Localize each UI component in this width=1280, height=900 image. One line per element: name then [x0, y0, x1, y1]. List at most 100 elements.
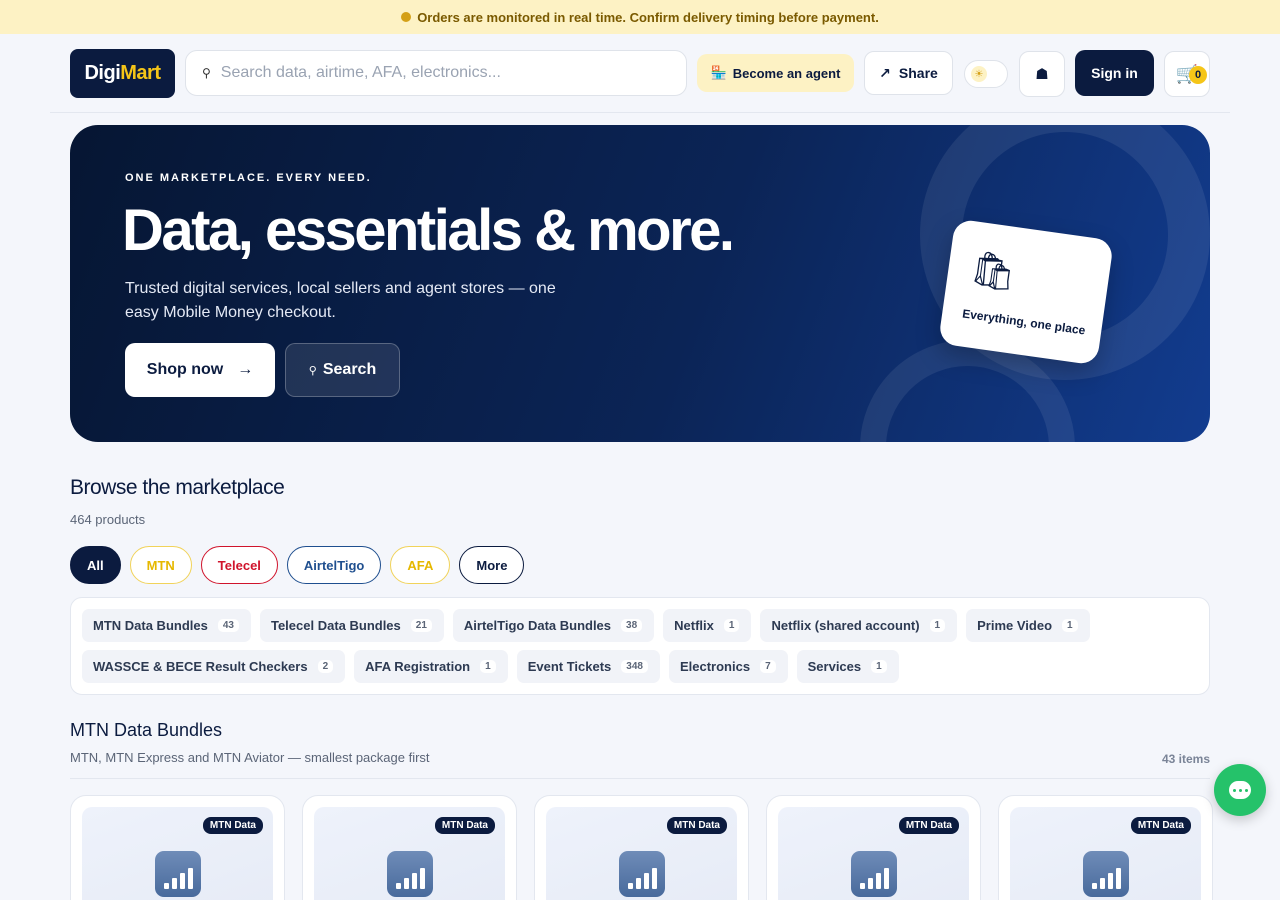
product-badge: MTN Data — [898, 817, 959, 834]
category-name: Event Tickets — [527, 659, 612, 674]
category-count: 348 — [621, 660, 648, 673]
signal-bars-icon — [619, 851, 665, 897]
category-item[interactable]: Netflix (shared account) 1 — [760, 609, 958, 642]
become-agent-button[interactable]: 🏪 Become an agent — [697, 54, 854, 92]
arrow-right-icon: → — [237, 361, 254, 378]
category-item[interactable]: MTN Data Bundles 43 — [82, 609, 251, 642]
shopping-bags-icon: 🛍 — [968, 247, 1019, 295]
product-image: MTN Data — [82, 807, 273, 900]
chip-mtn[interactable]: MTN — [129, 546, 192, 584]
chip-telecel[interactable]: Telecel — [200, 546, 278, 584]
hero-search-button[interactable]: ⚲ Search — [285, 343, 400, 397]
signal-bars-icon — [387, 851, 433, 897]
product-badge: MTN Data — [666, 817, 727, 834]
hero-feature-card: 🛍 Everything, one place — [938, 218, 1114, 366]
signal-bars-icon — [851, 851, 897, 897]
hero-banner: ONE MARKETPLACE. EVERY NEED. Data, essen… — [70, 125, 1210, 442]
chip-afa[interactable]: AFA — [390, 546, 451, 584]
chip-label: AirtelTigo — [303, 557, 365, 573]
hero-search-label: Search — [322, 361, 377, 378]
chip-label: MTN — [146, 557, 175, 573]
category-name: Telecel Data Bundles — [270, 618, 401, 633]
category-item[interactable]: WASSCE & BECE Result Checkers 2 — [82, 650, 346, 683]
chat-icon — [1229, 781, 1251, 799]
chip-label: More — [476, 557, 508, 573]
hero-card-label: Everything, one place — [961, 306, 1087, 338]
category-name: Prime Video — [977, 618, 1053, 633]
category-item[interactable]: Telecel Data Bundles 21 — [259, 609, 444, 642]
sign-in-label: Sign in — [1091, 65, 1138, 81]
category-item[interactable]: Event Tickets 348 — [516, 650, 660, 683]
category-item[interactable]: AirtelTigo Data Bundles 38 — [452, 609, 655, 642]
search-icon: ⚲ — [202, 66, 211, 80]
logo-text-mart: Mart — [120, 62, 161, 84]
section-item-count: 43 items — [1161, 752, 1210, 766]
share-label: Share — [898, 65, 938, 81]
search-input[interactable] — [220, 64, 661, 82]
product-image: MTN Data — [1010, 807, 1201, 900]
install-button[interactable]: ☗ — [1019, 51, 1065, 97]
category-list: MTN Data Bundles 43 Telecel Data Bundles 2… — [70, 597, 1210, 695]
section-title: MTN Data Bundles — [70, 720, 223, 740]
share-button[interactable]: ↗ Share — [864, 51, 953, 95]
cart-button[interactable]: 🛒 0 — [1164, 51, 1210, 97]
category-count: 1 — [723, 619, 740, 632]
shop-now-button[interactable]: Shop now → — [125, 343, 275, 397]
category-name: AirtelTigo Data Bundles — [463, 618, 612, 633]
product-badge: MTN Data — [202, 817, 263, 834]
chip-label: Telecel — [217, 557, 261, 573]
category-count: 43 — [217, 619, 239, 632]
product-grid: MTN Data MTN Data MTN Data MTN Data MTN … — [70, 795, 1213, 900]
category-count: 7 — [760, 660, 776, 673]
section-divider — [70, 778, 1210, 779]
category-count: 1 — [871, 660, 887, 673]
search-bar[interactable]: ⚲ — [185, 50, 687, 96]
category-name: Netflix (shared account) — [771, 618, 920, 633]
chip-airteltigo[interactable]: AirtelTigo — [286, 546, 382, 584]
product-badge: MTN Data — [434, 817, 495, 834]
logo-text-digi: Digi — [84, 62, 121, 84]
install-icon: ☗ — [1035, 66, 1049, 83]
shop-now-label: Shop now — [146, 361, 224, 378]
category-item[interactable]: Netflix 1 — [663, 609, 752, 642]
product-card[interactable]: MTN Data — [998, 795, 1213, 900]
chip-all[interactable]: All — [70, 546, 121, 584]
category-name: WASSCE & BECE Result Checkers — [93, 659, 308, 674]
sign-in-button[interactable]: Sign in — [1075, 50, 1154, 96]
category-name: Services — [807, 659, 862, 674]
category-count: 38 — [621, 619, 643, 632]
chat-button[interactable] — [1214, 764, 1266, 816]
chip-more[interactable]: More — [459, 546, 525, 584]
product-image: MTN Data — [314, 807, 505, 900]
chip-label: AFA — [407, 557, 434, 573]
chip-label: All — [87, 557, 104, 573]
product-card[interactable]: MTN Data — [534, 795, 749, 900]
site-header: DigiMart ⚲ 🏪 Become an agent ↗ Share ☀ ☗… — [50, 34, 1230, 113]
category-name: AFA Registration — [365, 659, 471, 674]
search-icon: ⚲ — [308, 364, 317, 377]
hero-subtitle: Trusted digital services, local sellers … — [125, 280, 556, 321]
category-item[interactable]: AFA Registration 1 — [354, 650, 508, 683]
cart-count-badge: 0 — [1189, 66, 1207, 84]
sun-icon: ☀ — [971, 66, 987, 82]
category-item[interactable]: Prime Video 1 — [966, 609, 1090, 642]
status-dot-icon — [401, 12, 412, 22]
product-card[interactable]: MTN Data — [766, 795, 981, 900]
product-count: 464 products — [70, 512, 146, 527]
product-card[interactable]: MTN Data — [302, 795, 517, 900]
signal-bars-icon — [155, 851, 201, 897]
category-item[interactable]: Electronics 7 — [668, 650, 788, 683]
logo[interactable]: Digi Mart — [70, 49, 175, 98]
product-image: MTN Data — [546, 807, 737, 900]
category-item[interactable]: Services 1 — [796, 650, 899, 683]
hero-headline: Data, essentials & more. — [122, 198, 735, 263]
hero-eyebrow: ONE MARKETPLACE. EVERY NEED. — [125, 172, 372, 184]
banner-text: Orders are monitored in real time. Confi… — [417, 9, 879, 25]
category-count: 21 — [410, 619, 432, 632]
theme-toggle[interactable]: ☀ — [964, 60, 1008, 88]
product-badge: MTN Data — [1130, 817, 1191, 834]
arrow-up-right-icon: ↗ — [879, 64, 891, 81]
product-card[interactable]: MTN Data — [70, 795, 285, 900]
category-name: MTN Data Bundles — [93, 618, 208, 633]
product-image: MTN Data — [778, 807, 969, 900]
